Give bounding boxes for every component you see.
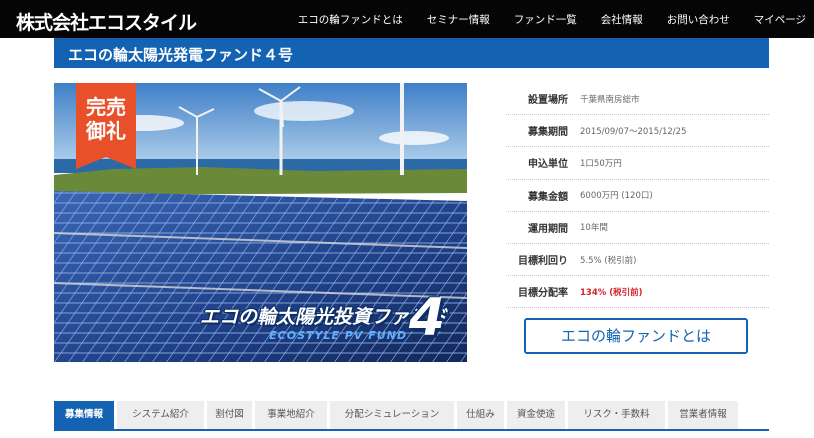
main-nav: エコの輪ファンドとは セミナー情報 ファンド一覧 会社情報 お問い合わせ マイペ… [274,12,806,27]
info-row-location: 設置場所 千葉県南房総市 [506,83,769,116]
info-row-amount: 募集金額 6000万円 (120口) [506,180,769,212]
nav-company[interactable]: 会社情報 [601,12,643,27]
info-label: 募集金額 [528,191,568,203]
info-value: 1口50万円 [580,158,622,169]
nav-about-fund[interactable]: エコの輪ファンドとは [298,12,403,27]
tab-site[interactable]: 事業地紹介 [255,401,327,429]
fund-hero-image: 完売 御礼 エコの輪太陽光投資ファンド ECOSTYLE PV FUND 4 [54,83,467,362]
nav-seminar[interactable]: セミナー情報 [427,12,490,27]
info-label: 目標分配率 [518,288,568,300]
about-fund-button[interactable]: エコの輪ファンドとは [524,318,748,354]
tab-simulation[interactable]: 分配シミュレーション [330,401,454,429]
tab-system[interactable]: システム紹介 [117,401,204,429]
sold-out-text: 完売 御礼 [76,95,136,143]
tab-risk-fees[interactable]: リスク・手数料 [568,401,665,429]
sold-out-label: 完売 御礼 [86,95,126,143]
info-label: 募集期間 [528,127,568,139]
info-row-distribution: 目標分配率 134% (税引前) [506,276,769,309]
tab-structure[interactable]: 仕組み [457,401,504,429]
tab-recruitment[interactable]: 募集情報 [54,401,114,429]
info-value: 千葉県南房総市 [580,94,640,105]
fund-title-bar: エコの輪太陽光発電ファンド４号 [54,38,769,68]
hero-fund-number: 4 [408,288,445,348]
tab-fund-usage[interactable]: 資金使途 [507,401,565,429]
info-row-yield: 目標利回り 5.5% (税引前) [506,244,769,277]
company-logo[interactable]: 株式会社エコスタイル [16,8,197,35]
hero-fund-subtitle: ECOSTYLE PV FUND [269,329,407,342]
tab-layout-map[interactable]: 割付図 [207,401,252,429]
info-label: 目標利回り [518,256,568,268]
nav-mypage[interactable]: マイページ [754,12,806,27]
info-row-term: 運用期間 10年間 [506,212,769,244]
info-value: 2015/09/07～2015/12/25 [580,126,687,137]
info-label: 運用期間 [528,223,568,235]
nav-fund-list[interactable]: ファンド一覧 [514,12,577,27]
info-row-period: 募集期間 2015/09/07～2015/12/25 [506,115,769,148]
info-value-highlight: 134% (税引前) [580,287,643,298]
tab-operator[interactable]: 営業者情報 [668,401,738,429]
site-header: 株式会社エコスタイル エコの輪ファンドとは セミナー情報 ファンド一覧 会社情報… [0,0,814,38]
sold-out-badge: 完売 御礼 [76,83,136,169]
info-value: 10年間 [580,223,608,234]
fund-info-table: 設置場所 千葉県南房総市 募集期間 2015/09/07～2015/12/25 … [506,83,769,309]
info-label: 申込単位 [528,159,568,171]
page-title: エコの輪太陽光発電ファンド４号 [68,46,294,64]
info-value: 6000万円 (120口) [580,191,653,202]
nav-contact[interactable]: お問い合わせ [667,12,730,27]
fund-detail-tabs: 募集情報 システム紹介 割付図 事業地紹介 分配シミュレーション 仕組み 資金使… [54,401,769,431]
info-label: 設置場所 [528,95,568,107]
info-value: 5.5% (税引前) [580,255,637,266]
info-row-unit: 申込単位 1口50万円 [506,147,769,180]
